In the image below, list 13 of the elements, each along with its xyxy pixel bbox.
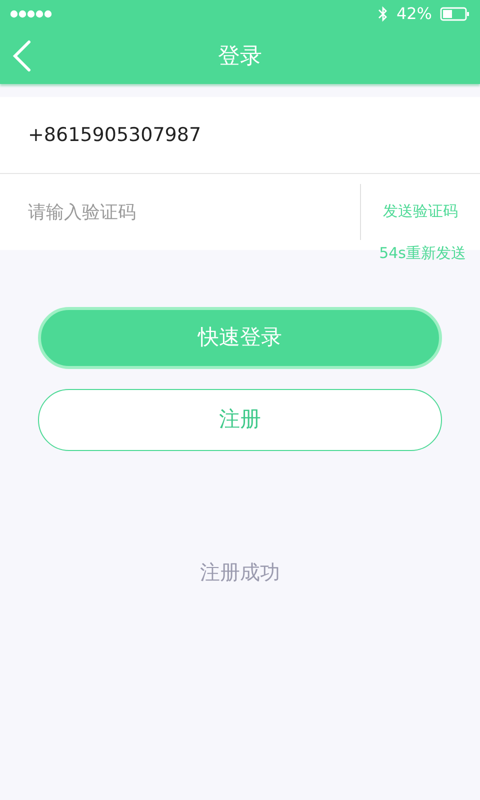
quick-login-button[interactable]: 快速登录 (38, 307, 442, 369)
back-button[interactable] (12, 40, 32, 72)
verification-code-field[interactable]: 请输入验证码 (0, 198, 360, 226)
bluetooth-icon (378, 6, 388, 22)
battery-icon (440, 7, 470, 21)
resend-countdown: 54s重新发送 (379, 243, 466, 264)
register-button[interactable]: 注册 (38, 389, 442, 451)
page-title: 登录 (218, 42, 262, 70)
battery-percentage: 42% (396, 3, 432, 25)
toast-message: 注册成功 (200, 559, 280, 586)
phone-number-field[interactable]: +8615905307987 (28, 120, 202, 150)
signal-icon (10, 10, 52, 18)
send-code-button[interactable]: 发送验证码 (383, 200, 458, 222)
